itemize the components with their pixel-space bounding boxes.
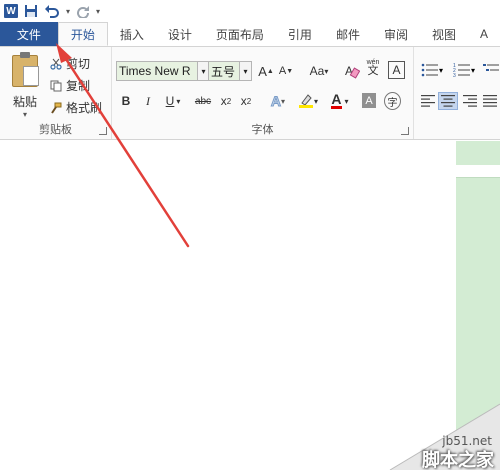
watermark-site-name: 脚本之家 [422, 450, 494, 470]
word-window: W ▾ ▾ 文件 开始 插入 设计 页面布局 引用 邮件 审阅 视图 A 粘贴 … [0, 0, 500, 470]
watermark: jb51.net 脚本之家 [350, 400, 500, 470]
